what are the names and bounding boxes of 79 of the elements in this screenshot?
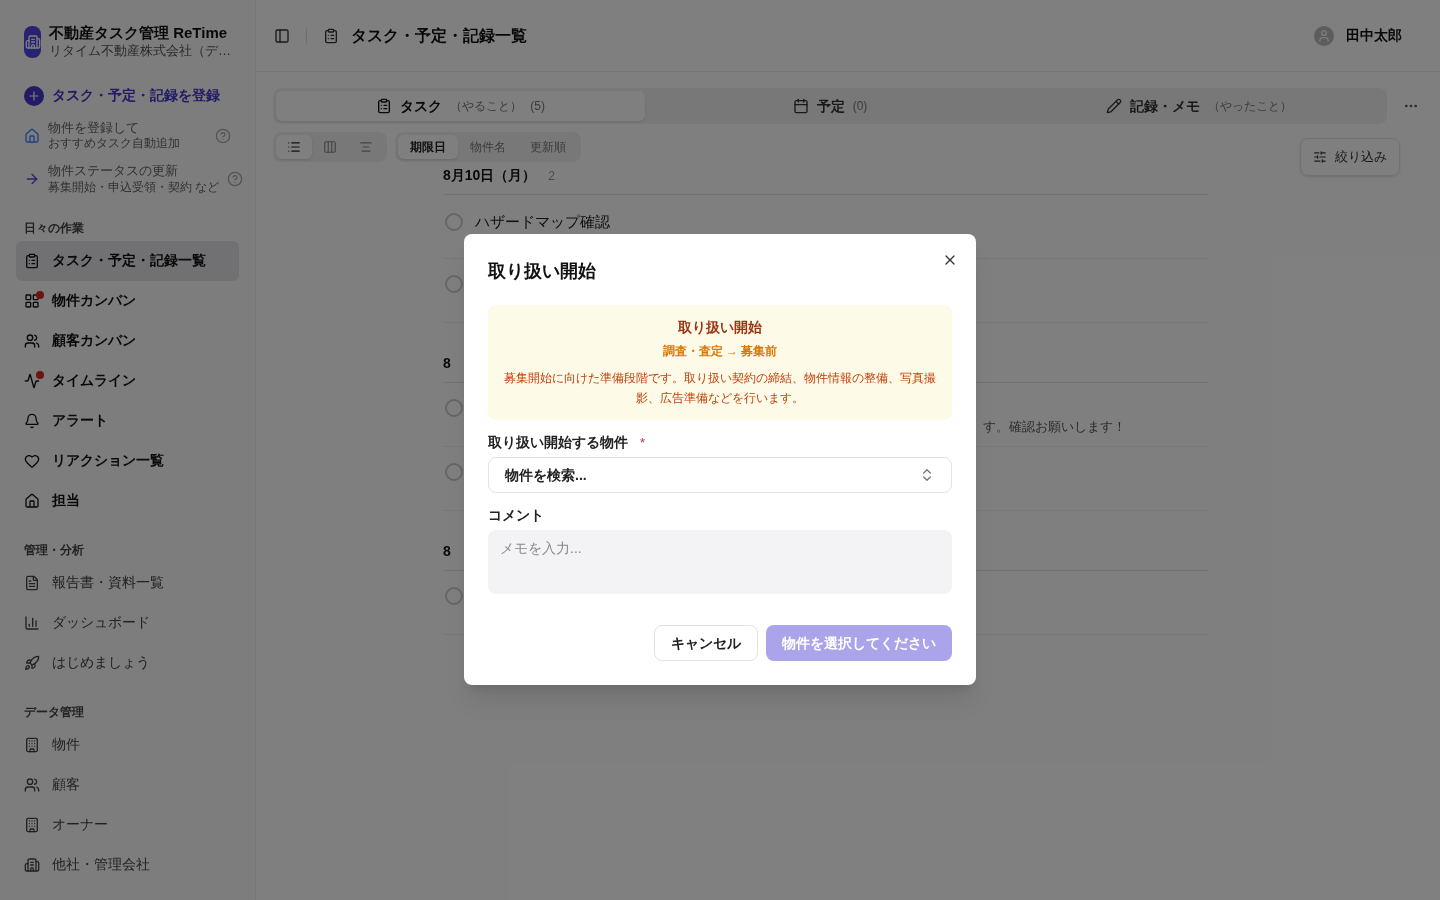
dialog-title: 取り扱い開始: [488, 260, 597, 283]
nav-item[interactable]: 物件: [16, 724, 239, 765]
help-icon[interactable]: [227, 170, 244, 187]
company-name: リタイム不動産株式会社（デ…: [49, 42, 231, 59]
building-icon: [24, 33, 41, 50]
sidebar-toggle-icon[interactable]: [274, 27, 290, 44]
date-heading: 8: [443, 354, 451, 373]
field-label: 取り扱い開始する物件: [488, 433, 628, 452]
sort-option[interactable]: 物件名: [458, 135, 518, 159]
nav-item[interactable]: 物件カンバン: [16, 280, 239, 321]
home-icon: [24, 492, 40, 509]
home-icon: [24, 127, 40, 144]
help-icon[interactable]: [215, 127, 231, 144]
avatar: [1314, 25, 1334, 46]
date-heading: 8: [443, 542, 451, 561]
people-icon: [24, 332, 40, 349]
nav-item[interactable]: リアクション一覧: [16, 440, 239, 481]
grid-icon: [24, 292, 40, 309]
nav-item[interactable]: 報告書・資料一覧: [16, 562, 239, 603]
property-select[interactable]: 物件を検索...: [488, 457, 952, 493]
section-heading: 管理・分析: [23, 541, 85, 559]
nav-item[interactable]: はじめましょう: [16, 642, 239, 683]
comment-field[interactable]: メモを入力...: [488, 530, 952, 594]
list-view-button[interactable]: [276, 135, 312, 159]
task-checkbox[interactable]: [445, 587, 463, 605]
lines-icon: [359, 140, 373, 154]
nav-item[interactable]: 担当: [16, 480, 239, 521]
nav-item[interactable]: 顧客カンバン: [16, 320, 239, 361]
page-title: タスク・予定・記録一覧: [351, 25, 527, 46]
task-note: す。確認お願いします！: [983, 418, 1127, 436]
columns-icon: [323, 140, 337, 154]
tab[interactable]: タスク （やること） (5): [276, 91, 646, 121]
field-label: コメント: [488, 506, 545, 525]
building-icon: [24, 736, 40, 753]
building-icon: [24, 816, 40, 833]
sort-option[interactable]: 期限日: [398, 135, 458, 159]
task-checkbox[interactable]: [445, 463, 463, 481]
cancel-button[interactable]: キャンセル: [654, 625, 758, 661]
info-description: 募集開始に向けた準備段階です。取り扱い契約の締結、物件情報の整備、写真撮影、広告準備などを行います。: [504, 370, 936, 407]
clipboard-icon: [323, 27, 339, 44]
nav-item[interactable]: ダッシュボード: [16, 602, 239, 643]
guide-link[interactable]: 物件を登録して おすすめタスク自動追加: [48, 120, 207, 152]
task-checkbox[interactable]: [445, 213, 463, 232]
info-title: 取り扱い開始: [678, 318, 762, 337]
heart-icon: [24, 452, 40, 469]
task-checkbox[interactable]: [445, 399, 463, 417]
sliders-icon: [1313, 150, 1327, 164]
bar-chart-icon: [24, 614, 40, 631]
list-icon: [287, 140, 301, 154]
clipboard-icon: [376, 98, 393, 114]
task-checkbox[interactable]: [445, 275, 463, 293]
rocket-icon: [24, 654, 40, 671]
section-heading: 日々の作業: [23, 219, 85, 237]
nav-item[interactable]: アラート: [16, 400, 239, 441]
plus-icon: [24, 85, 44, 106]
bell-icon: [24, 412, 40, 429]
date-heading: 8月10日（月）: [443, 166, 537, 185]
filter-button[interactable]: 絞り込み: [1300, 138, 1400, 176]
guide-link[interactable]: 物件ステータスの更新 募集開始・申込受領・契約 など: [48, 163, 220, 195]
pulse-icon: [24, 372, 40, 389]
calendar-icon: [792, 98, 809, 114]
nav-item[interactable]: タイムライン: [16, 360, 239, 401]
pencil-icon: [1106, 98, 1123, 114]
tab[interactable]: 予定 (0): [645, 91, 1015, 121]
register-button[interactable]: タスク・予定・記録を登録: [16, 79, 239, 112]
clipboard-icon: [24, 252, 40, 269]
building-icon: [24, 856, 40, 873]
user-name[interactable]: 田中太郎: [1346, 25, 1402, 46]
required-mark: *: [640, 433, 646, 452]
document-icon: [24, 574, 40, 591]
nav-item[interactable]: オーナー: [16, 804, 239, 845]
status-flow: 調査・査定 → 募集前: [662, 343, 778, 360]
task-title: ハザードマップ確認: [475, 212, 610, 232]
app-name: 不動産タスク管理 ReTime: [49, 24, 229, 43]
nav-item[interactable]: 顧客: [16, 764, 239, 805]
nav-item[interactable]: タスク・予定・記録一覧: [16, 240, 239, 281]
nav-item[interactable]: 他社・管理会社: [16, 844, 239, 885]
people-icon: [24, 776, 40, 793]
section-heading: データ管理: [23, 703, 85, 721]
